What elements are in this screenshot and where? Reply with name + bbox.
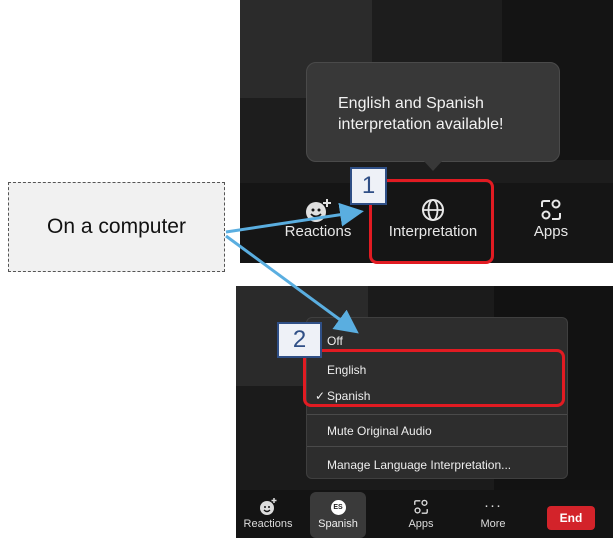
interpretation-highlight — [369, 179, 494, 264]
more-icon: ··· — [484, 497, 502, 514]
reactions-label: Reactions — [284, 223, 352, 240]
menu-item-manage-language-interpretation[interactable]: Manage Language Interpretation... — [327, 458, 511, 472]
callout-text: On a computer — [47, 215, 186, 238]
step-badge-1: 1 — [350, 167, 387, 205]
callout-box: On a computer — [8, 182, 225, 272]
reactions-button[interactable]: Reactions — [278, 197, 358, 240]
more-label: More — [480, 518, 506, 530]
apps-icon — [414, 499, 428, 514]
menu-divider — [307, 414, 567, 415]
apps-label: Apps — [533, 223, 569, 240]
end-button[interactable]: End — [547, 506, 595, 530]
reactions-button[interactable]: Reactions — [236, 490, 300, 530]
reactions-icon — [306, 199, 331, 222]
tooltip-line-1: English and Spanish — [338, 95, 484, 112]
language-badge: ES — [330, 500, 346, 515]
step-badge-2: 2 — [277, 322, 322, 358]
apps-button[interactable]: Apps — [396, 490, 446, 530]
meeting-toolbar: Reactions ES Spanish Apps ··· More End — [236, 490, 613, 538]
tooltip-line-2: interpretation available! — [338, 116, 504, 133]
apps-button[interactable]: Apps — [516, 197, 586, 240]
spanish-button[interactable]: ES Spanish — [310, 492, 366, 538]
menu-item-off[interactable]: Off — [327, 334, 343, 348]
menu-item-mute-original-audio[interactable]: Mute Original Audio — [327, 424, 432, 438]
reactions-label: Reactions — [243, 518, 293, 530]
reactions-icon — [260, 498, 277, 515]
more-button[interactable]: ··· More — [468, 490, 518, 530]
tooltip-pointer — [423, 160, 443, 171]
menu-divider — [307, 446, 567, 447]
spanish-label: Spanish — [318, 518, 358, 530]
interpretation-tooltip: English and Spanish interpretation avail… — [306, 62, 560, 162]
language-options-highlight — [303, 349, 565, 407]
apps-icon — [541, 199, 561, 220]
apps-label: Apps — [408, 518, 434, 530]
